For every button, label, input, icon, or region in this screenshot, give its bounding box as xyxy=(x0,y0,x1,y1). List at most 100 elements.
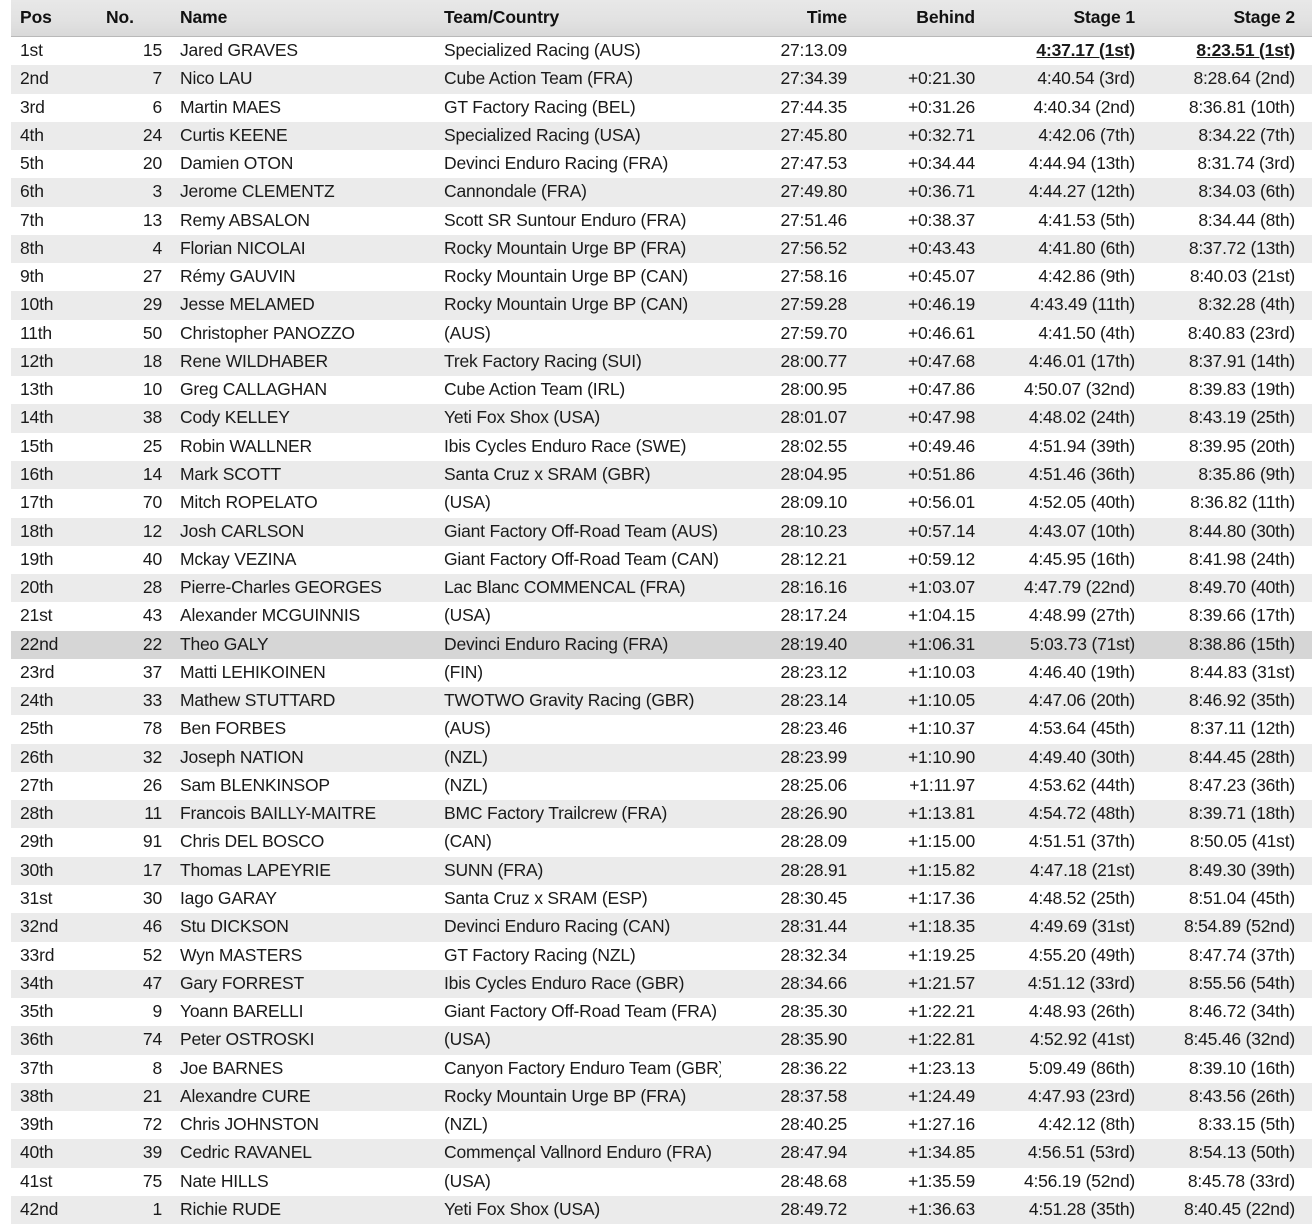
cell-stage-2: 8:34.44 (8th) xyxy=(1144,207,1304,235)
table-row[interactable]: 16th14Mark SCOTTSanta Cruz x SRAM (GBR)2… xyxy=(11,461,1312,489)
cell-team-text: Rocky Mountain Urge BP (FRA) xyxy=(444,237,721,260)
table-row[interactable]: 35th9Yoann BARELLIGiant Factory Off-Road… xyxy=(11,998,1312,1026)
table-row[interactable]: 21st43Alexander MCGUINNIS(USA)28:17.24+1… xyxy=(11,602,1312,630)
table-row[interactable]: 19th40Mckay VEZINAGiant Factory Off-Road… xyxy=(11,546,1312,574)
table-row[interactable]: 41st75Nate HILLS(USA)28:48.68+1:35.594:5… xyxy=(11,1168,1312,1196)
cell-stage-1: 4:44.27 (12th) xyxy=(984,178,1144,206)
cell-no: 40 xyxy=(97,546,171,574)
cell-pos: 8th xyxy=(11,235,97,263)
column-header-stage-2[interactable]: Stage 2 xyxy=(1144,0,1304,37)
cell-team-text: GT Factory Racing (BEL) xyxy=(444,96,721,119)
cell-no: 78 xyxy=(97,715,171,743)
column-header-stage-3[interactable]: Stage 3 xyxy=(1304,0,1312,37)
table-row[interactable]: 7th13Remy ABSALONScott SR Suntour Enduro… xyxy=(11,207,1312,235)
table-row[interactable]: 32nd46Stu DICKSONDevinci Enduro Racing (… xyxy=(11,913,1312,941)
table-row[interactable]: 15th25Robin WALLNERIbis Cycles Enduro Ra… xyxy=(11,433,1312,461)
table-row[interactable]: 10th29Jesse MELAMEDRocky Mountain Urge B… xyxy=(11,291,1312,319)
table-row[interactable]: 4th24Curtis KEENESpecialized Racing (USA… xyxy=(11,122,1312,150)
cell-name-text: Robin WALLNER xyxy=(180,435,426,458)
cell-pos: 33rd xyxy=(11,942,97,970)
table-row[interactable]: 6th3Jerome CLEMENTZCannondale (FRA)27:49… xyxy=(11,178,1312,206)
cell-behind: +0:47.86 xyxy=(856,376,984,404)
table-row[interactable]: 12th18Rene WILDHABERTrek Factory Racing … xyxy=(11,348,1312,376)
column-header-pos[interactable]: Pos xyxy=(11,0,97,37)
cell-team: (NZL) xyxy=(435,1111,730,1139)
cell-name-text: Alexander MCGUINNIS xyxy=(180,604,426,627)
cell-name-text: Christopher PANOZZO xyxy=(180,322,426,345)
table-row[interactable]: 8th4Florian NICOLAIRocky Mountain Urge B… xyxy=(11,235,1312,263)
table-row[interactable]: 38th21Alexandre CURERocky Mountain Urge … xyxy=(11,1083,1312,1111)
table-row[interactable]: 22nd22Theo GALYDevinci Enduro Racing (FR… xyxy=(11,631,1312,659)
table-row[interactable]: 18th12Josh CARLSONGiant Factory Off-Road… xyxy=(11,518,1312,546)
cell-stage-2: 8:49.30 (39th) xyxy=(1144,857,1304,885)
column-header-behind[interactable]: Behind xyxy=(856,0,984,37)
table-row[interactable]: 39th72Chris JOHNSTON(NZL)28:40.25+1:27.1… xyxy=(11,1111,1312,1139)
cell-no: 24 xyxy=(97,122,171,150)
results-container: Pos No. Name Team/Country Time Behind St… xyxy=(0,0,1312,1224)
table-row[interactable]: 5th20Damien OTONDevinci Enduro Racing (F… xyxy=(11,150,1312,178)
cell-pos: 17th xyxy=(11,489,97,517)
cell-behind: +0:21.30 xyxy=(856,65,984,93)
cell-stage-3: 14:51.89 (32nd) xyxy=(1304,659,1312,687)
table-row[interactable]: 11th50Christopher PANOZZO(AUS)27:59.70+0… xyxy=(11,320,1312,348)
table-row[interactable]: 9th27Rémy GAUVINRocky Mountain Urge BP (… xyxy=(11,263,1312,291)
cell-stage-1: 4:42.86 (9th) xyxy=(984,263,1144,291)
table-row[interactable]: 30th17Thomas LAPEYRIESUNN (FRA)28:28.91+… xyxy=(11,857,1312,885)
cell-pos: 5th xyxy=(11,150,97,178)
table-row[interactable]: 36th74Peter OSTROSKI(USA)28:35.90+1:22.8… xyxy=(11,1026,1312,1054)
cell-time: 28:31.44 xyxy=(730,913,856,941)
table-row[interactable]: 27th26Sam BLENKINSOP(NZL)28:25.06+1:11.9… xyxy=(11,772,1312,800)
table-row[interactable]: 40th39Cedric RAVANELCommençal Vallnord E… xyxy=(11,1139,1312,1167)
cell-no: 1 xyxy=(97,1196,171,1224)
cell-stage-3: 14:52.71 (35th) xyxy=(1304,715,1312,743)
table-row[interactable]: 42nd1Richie RUDEYeti Fox Shox (USA)28:49… xyxy=(11,1196,1312,1224)
table-row[interactable]: 17th70Mitch ROPELATO(USA)28:09.10+0:56.0… xyxy=(11,489,1312,517)
column-header-stage-1[interactable]: Stage 1 xyxy=(984,0,1144,37)
cell-pos: 30th xyxy=(11,857,97,885)
cell-stage-2: 8:47.23 (36th) xyxy=(1144,772,1304,800)
cell-behind: +1:24.49 xyxy=(856,1083,984,1111)
cell-time: 28:00.77 xyxy=(730,348,856,376)
table-row[interactable]: 31st30Iago GARAYSanta Cruz x SRAM (ESP)2… xyxy=(11,885,1312,913)
table-row[interactable]: 37th8Joe BARNESCanyon Factory Enduro Tea… xyxy=(11,1055,1312,1083)
cell-name: Nico LAU xyxy=(171,65,435,93)
cell-name-text: Wyn MASTERS xyxy=(180,944,426,967)
table-row[interactable]: 25th78Ben FORBES(AUS)28:23.46+1:10.374:5… xyxy=(11,715,1312,743)
table-row[interactable]: 3rd6Martin MAESGT Factory Racing (BEL)27… xyxy=(11,94,1312,122)
table-row[interactable]: 13th10Greg CALLAGHANCube Action Team (IR… xyxy=(11,376,1312,404)
cell-stage-1: 4:53.62 (44th) xyxy=(984,772,1144,800)
table-row[interactable]: 33rd52Wyn MASTERSGT Factory Racing (NZL)… xyxy=(11,942,1312,970)
table-row[interactable]: 23rd37Matti LEHIKOINEN(FIN)28:23.12+1:10… xyxy=(11,659,1312,687)
table-row[interactable]: 1st15Jared GRAVESSpecialized Racing (AUS… xyxy=(11,37,1312,66)
cell-pos: 3rd xyxy=(11,94,97,122)
cell-stage-3: 14:57.52 (37th) xyxy=(1304,1026,1312,1054)
cell-name: Stu DICKSON xyxy=(171,913,435,941)
cell-name-text: Francois BAILLY-MAITRE xyxy=(180,802,426,825)
cell-no: 38 xyxy=(97,404,171,432)
cell-team-text: Devinci Enduro Racing (FRA) xyxy=(444,633,721,656)
column-header-name[interactable]: Name xyxy=(171,0,435,37)
table-row[interactable]: 14th38Cody KELLEYYeti Fox Shox (USA)28:0… xyxy=(11,404,1312,432)
cell-stage-1: 4:45.95 (16th) xyxy=(984,546,1144,574)
cell-team-text: (CAN) xyxy=(444,830,721,853)
table-row[interactable]: 34th47Gary FORRESTIbis Cycles Enduro Rac… xyxy=(11,970,1312,998)
table-row[interactable]: 2nd7Nico LAUCube Action Team (FRA)27:34.… xyxy=(11,65,1312,93)
cell-name-text: Mathew STUTTARD xyxy=(180,689,426,712)
column-header-team[interactable]: Team/Country xyxy=(435,0,730,37)
cell-stage-1: 4:56.51 (53rd) xyxy=(984,1139,1144,1167)
table-row[interactable]: 26th32Joseph NATION(NZL)28:23.99+1:10.90… xyxy=(11,744,1312,772)
cell-name: Iago GARAY xyxy=(171,885,435,913)
cell-name-text: Theo GALY xyxy=(180,633,426,656)
cell-time: 27:51.46 xyxy=(730,207,856,235)
column-header-no[interactable]: No. xyxy=(97,0,171,37)
cell-name: Richie RUDE xyxy=(171,1196,435,1224)
cell-name: Theo GALY xyxy=(171,631,435,659)
table-row[interactable]: 28th11Francois BAILLY-MAITREBMC Factory … xyxy=(11,800,1312,828)
table-row[interactable]: 20th28Pierre-Charles GEORGESLac Blanc CO… xyxy=(11,574,1312,602)
column-header-time[interactable]: Time xyxy=(730,0,856,37)
cell-name: Greg CALLAGHAN xyxy=(171,376,435,404)
cell-name: Mckay VEZINA xyxy=(171,546,435,574)
table-row[interactable]: 29th91Chris DEL BOSCO(CAN)28:28.09+1:15.… xyxy=(11,828,1312,856)
table-row[interactable]: 24th33Mathew STUTTARDTWOTWO Gravity Raci… xyxy=(11,687,1312,715)
cell-no: 13 xyxy=(97,207,171,235)
